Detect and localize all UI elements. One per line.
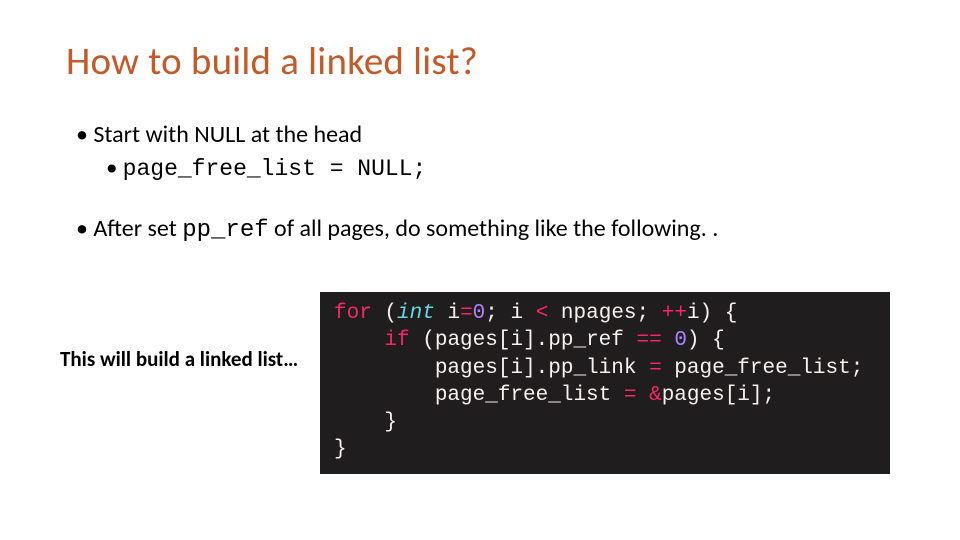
bullet-1: Start with NULL at the head xyxy=(76,119,900,151)
code-cond-open: (pages[i].pp_ref xyxy=(410,329,637,352)
code-indent2 xyxy=(334,329,384,352)
slide: How to build a linked list? Start with N… xyxy=(0,0,960,540)
type-int: int xyxy=(397,302,435,325)
code-l3a: pages[i].pp_link xyxy=(435,357,649,380)
op-eq-3b: = xyxy=(624,384,637,407)
kw-for: for xyxy=(334,302,372,325)
brace-close-inner: } xyxy=(384,411,397,434)
code-indent4 xyxy=(334,411,384,434)
bullet-2-code: pp_ref xyxy=(182,217,268,244)
slide-title: How to build a linked list? xyxy=(66,38,900,85)
code-sp xyxy=(662,329,675,352)
code-indent3a xyxy=(334,357,435,380)
bullet-list: Start with NULL at the head page_free_li… xyxy=(76,119,900,248)
code-l3b-rhs xyxy=(636,384,649,407)
bullet-1-text: Start with NULL at the head xyxy=(93,120,362,149)
code-l3a-rhs: page_free_list; xyxy=(662,357,864,380)
code-l3b: page_free_list xyxy=(435,384,624,407)
code-i2: i) { xyxy=(687,302,737,325)
op-eq-3a: = xyxy=(649,357,662,380)
code-decl: i xyxy=(435,302,460,325)
op-inc: ++ xyxy=(662,302,687,325)
aside-text: This will build a linked list… xyxy=(60,346,298,372)
kw-if: if xyxy=(384,329,409,352)
bullet-2-post: of all pages, do something like the foll… xyxy=(269,214,719,243)
code-indent3b xyxy=(334,384,435,407)
code-npages: npages; xyxy=(548,302,661,325)
code-semi1: ; i xyxy=(485,302,535,325)
code-cond-close: ) { xyxy=(687,329,725,352)
op-lt: < xyxy=(536,302,549,325)
brace-close-outer: } xyxy=(334,438,347,461)
bullet-1a: page_free_list = NULL; xyxy=(106,153,900,185)
op-amp: & xyxy=(649,384,662,407)
op-eq: == xyxy=(636,329,661,352)
bullet-2-pre: After set xyxy=(93,214,182,243)
bullet-1a-code: page_free_list = NULL; xyxy=(123,156,427,182)
op-assign: = xyxy=(460,302,473,325)
code-l3b-rhs2: pages[i]; xyxy=(662,384,775,407)
code-lpar: ( xyxy=(372,302,397,325)
num-0b: 0 xyxy=(674,329,687,352)
num-0: 0 xyxy=(473,302,486,325)
bullet-2: After set pp_ref of all pages, do someth… xyxy=(76,213,900,247)
code-block: for (int i=0; i < npages; ++i) { if (pag… xyxy=(320,292,890,474)
